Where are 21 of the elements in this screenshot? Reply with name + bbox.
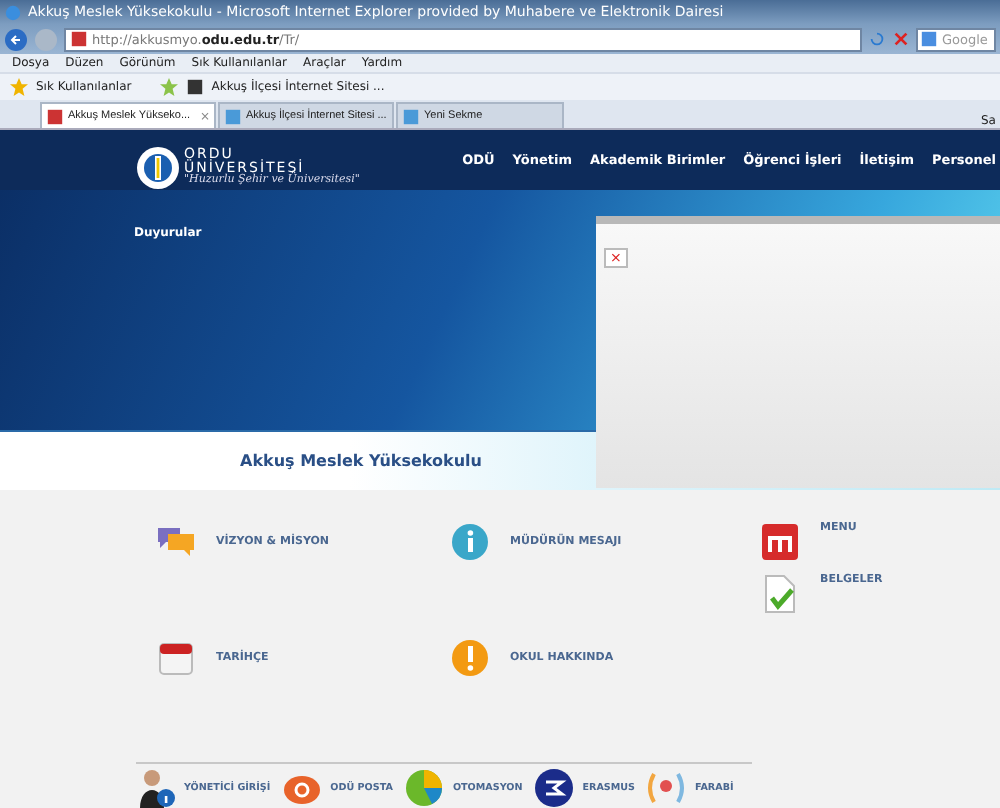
- page-icon: [224, 107, 242, 125]
- stop-icon[interactable]: [892, 30, 910, 48]
- document-check-icon: [760, 574, 800, 614]
- page-heading: Akkuş Meslek Yüksekokulu: [240, 452, 482, 470]
- pie-chart-icon: [404, 768, 445, 808]
- site-icon: [185, 78, 204, 96]
- page-icon: [46, 107, 64, 125]
- exclamation-icon: [450, 638, 490, 678]
- page-icon: [70, 30, 88, 48]
- calendar-icon: [156, 638, 196, 678]
- person-info-icon: [136, 768, 176, 808]
- star-icon[interactable]: [159, 78, 178, 96]
- back-button[interactable]: [4, 27, 28, 51]
- refresh-icon[interactable]: [868, 30, 886, 48]
- star-icon: [10, 78, 28, 96]
- browser-icon: [4, 3, 22, 21]
- farabi-logo-icon: [646, 768, 687, 808]
- info-icon: [450, 522, 490, 562]
- page-icon: [402, 107, 420, 125]
- m-square-icon: [760, 522, 800, 562]
- university-logo-icon: [136, 146, 180, 190]
